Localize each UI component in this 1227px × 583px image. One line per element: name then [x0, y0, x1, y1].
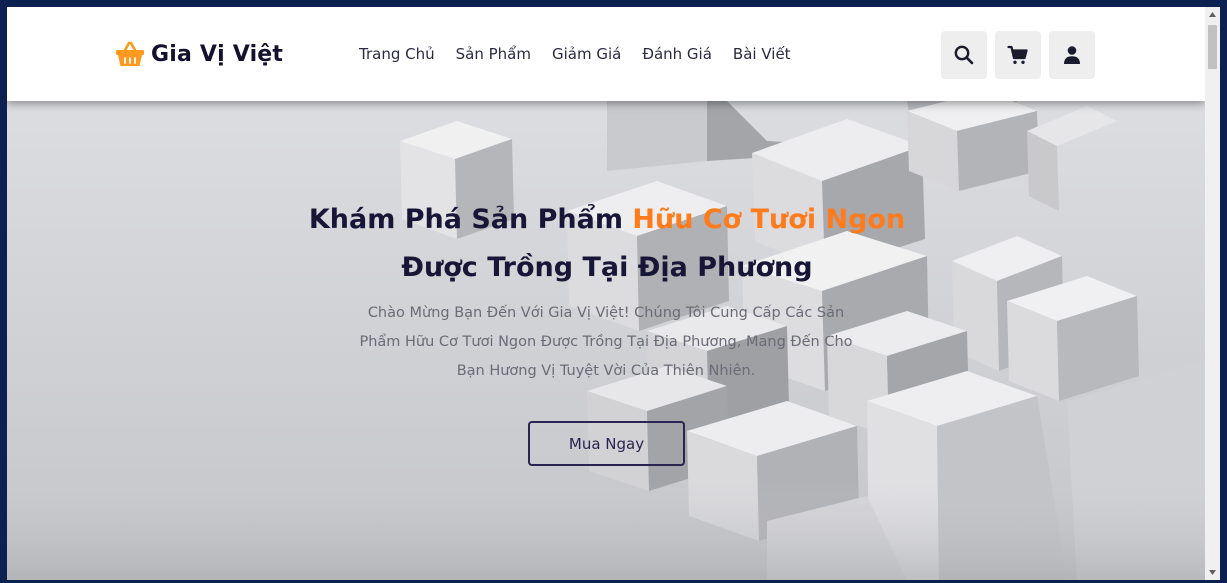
hero-title-part2: Được Trồng Tại Địa Phương: [401, 252, 813, 283]
hero-title-part1: Khám Phá Sản Phẩm: [308, 204, 624, 235]
search-button[interactable]: [941, 31, 987, 79]
brand-name: Gia Vị Việt: [151, 41, 284, 67]
page-viewport: Gia Vị Việt Trang Chủ Sản Phẩm Giảm Giá …: [7, 7, 1205, 580]
navbar: Gia Vị Việt Trang Chủ Sản Phẩm Giảm Giá …: [7, 7, 1205, 101]
brand-logo[interactable]: Gia Vị Việt: [115, 37, 283, 71]
cart-icon: [1007, 45, 1028, 64]
nav-link-danh-gia[interactable]: Đánh Giá: [642, 45, 712, 63]
browser-window: Gia Vị Việt Trang Chủ Sản Phẩm Giảm Giá …: [7, 7, 1220, 580]
shopping-basket-icon: [116, 41, 144, 66]
hero-description-line2: Phẩm Hữu Cơ Tươi Ngon Được Trồng Tại Địa…: [359, 334, 853, 350]
scrollbar-thumb[interactable]: [1208, 25, 1217, 69]
nav-link-trang-chu[interactable]: Trang Chủ: [359, 45, 435, 63]
nav-link-san-pham[interactable]: Sản Phẩm: [456, 45, 531, 63]
hero-description-line1: Chào Mừng Bạn Đến Với Gia Vị Việt! Chúng…: [367, 305, 845, 321]
hero-content: Khám Phá Sản Phẩm Hữu Cơ Tươi Ngon Được …: [7, 101, 1205, 580]
account-button[interactable]: [1049, 31, 1095, 79]
cart-button[interactable]: [995, 31, 1041, 79]
main-nav: Trang Chủ Sản Phẩm Giảm Giá Đánh Giá Bài…: [359, 45, 812, 63]
search-icon: [954, 45, 974, 65]
scroll-down-arrow-icon[interactable]: [1205, 565, 1220, 580]
nav-link-giam-gia[interactable]: Giảm Giá: [552, 45, 621, 63]
nav-link-bai-viet[interactable]: Bài Viết: [733, 45, 791, 63]
hero-section: Khám Phá Sản Phẩm Hữu Cơ Tươi Ngon Được …: [7, 101, 1205, 580]
scroll-up-arrow-icon[interactable]: [1205, 7, 1220, 22]
hero-title-highlight: Hữu Cơ Tươi Ngon: [632, 204, 906, 235]
buy-now-button[interactable]: Mua Ngay: [528, 421, 685, 466]
user-icon: [1064, 46, 1080, 64]
vertical-scrollbar[interactable]: [1205, 7, 1220, 580]
hero-title: Khám Phá Sản Phẩm Hữu Cơ Tươi Ngon Được …: [257, 196, 957, 292]
hero-description-line3: Bạn Hương Vị Tuyệt Vời Của Thiên Nhiên.: [456, 363, 756, 379]
hero-description: Chào Mừng Bạn Đến Với Gia Vị Việt! Chúng…: [294, 299, 918, 386]
